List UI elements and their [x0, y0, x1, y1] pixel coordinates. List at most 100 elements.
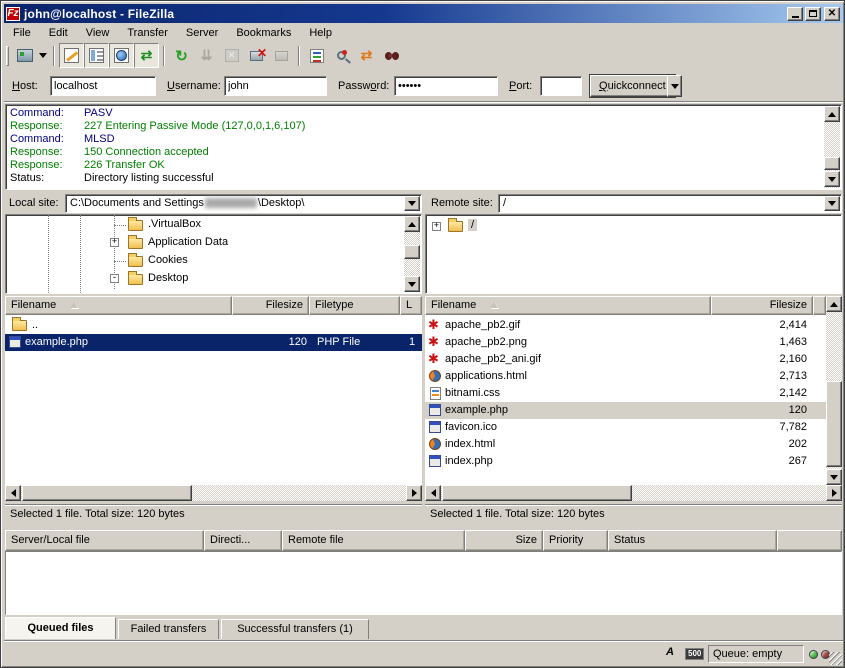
local-col-filename[interactable]: Filename: [5, 296, 232, 315]
local-hscroll-thumb[interactable]: [22, 485, 192, 501]
queue-status: Queue: empty: [708, 645, 804, 663]
remote-row-selected[interactable]: example.php 120: [425, 402, 826, 419]
menu-transfer[interactable]: Transfer: [118, 25, 177, 41]
local-hscroll-right[interactable]: [406, 485, 422, 501]
image-file-icon: ✱: [428, 335, 439, 348]
menu-edit[interactable]: Edit: [40, 25, 77, 41]
local-col-modified[interactable]: L: [400, 296, 422, 315]
quickconnect-button[interactable]: Quickconnect: [590, 75, 675, 97]
log-line: Command:PASV: [10, 107, 113, 119]
host-input[interactable]: [50, 76, 156, 96]
remote-row[interactable]: ✱ apache_pb2.png 1,463: [425, 334, 826, 351]
site-manager-dropdown[interactable]: [37, 43, 49, 68]
process-queue-button[interactable]: ⇊: [194, 43, 219, 68]
toggle-queue-button[interactable]: ⇄: [134, 43, 159, 68]
arrow-down-icon: [830, 475, 838, 480]
speed-limit-icon[interactable]: 500: [685, 648, 704, 660]
remote-site-dropdown[interactable]: [824, 196, 840, 211]
port-input[interactable]: [540, 76, 582, 96]
transfer-type-icon[interactable]: A: [666, 646, 674, 658]
find-files-button[interactable]: [379, 43, 404, 68]
local-row-selected[interactable]: example.php 120 PHP File 1: [5, 334, 422, 351]
remote-row[interactable]: ✱ apache_pb2_ani.gif 2,160: [425, 351, 826, 368]
compare-button[interactable]: [329, 43, 354, 68]
arrow-left-icon: [11, 489, 16, 497]
remote-row[interactable]: applications.html 2,713: [425, 368, 826, 385]
tree-item-desktop[interactable]: Desktop: [148, 272, 188, 284]
remote-row[interactable]: index.html 202: [425, 436, 826, 453]
local-col-filesize[interactable]: Filesize: [232, 296, 309, 315]
remote-scroll-up[interactable]: [826, 296, 842, 312]
queue-col-local-file[interactable]: Server/Local file: [5, 530, 204, 551]
tree-scroll-up[interactable]: [404, 216, 420, 232]
menu-server[interactable]: Server: [177, 25, 227, 41]
queue-col-priority[interactable]: Priority: [543, 530, 608, 551]
remote-hscroll-left[interactable]: [425, 485, 441, 501]
tree-item-cookies[interactable]: Cookies: [148, 254, 188, 266]
expand-plus-icon[interactable]: +: [110, 238, 119, 247]
site-manager-button[interactable]: [12, 43, 37, 68]
remote-row[interactable]: bitnami.css 2,142: [425, 385, 826, 402]
minimize-button[interactable]: [787, 7, 803, 21]
tree-scroll-thumb[interactable]: [404, 245, 420, 259]
remote-row[interactable]: favicon.ico 7,782: [425, 419, 826, 436]
reconnect-button[interactable]: [269, 43, 294, 68]
collapse-minus-icon[interactable]: -: [110, 274, 119, 283]
toggle-log-button[interactable]: [59, 43, 84, 68]
remote-scroll-down[interactable]: [826, 469, 842, 485]
tab-successful-transfers[interactable]: Successful transfers (1): [221, 619, 369, 639]
expand-plus-icon[interactable]: +: [432, 222, 441, 231]
remote-row[interactable]: index.php 267: [425, 453, 826, 470]
menu-bookmarks[interactable]: Bookmarks: [227, 25, 300, 41]
menu-help[interactable]: Help: [300, 25, 341, 41]
quickconnect-dropdown[interactable]: [667, 75, 682, 97]
log-scroll-up[interactable]: [824, 106, 840, 122]
username-input[interactable]: [224, 76, 327, 96]
menu-view[interactable]: View: [77, 25, 119, 41]
remote-col-filesize[interactable]: Filesize: [711, 296, 813, 315]
tree-scroll-down[interactable]: [404, 276, 420, 292]
local-site-combo[interactable]: C:\Documents and Settings\Desktop\: [65, 194, 422, 213]
filter-button[interactable]: [304, 43, 329, 68]
toolbar-grip[interactable]: [6, 46, 9, 66]
tab-failed-transfers[interactable]: Failed transfers: [118, 619, 219, 639]
sort-ascending-icon: [70, 302, 78, 308]
remote-hscroll-thumb[interactable]: [442, 485, 632, 501]
reconnect-icon: [275, 51, 288, 61]
transfer-queue-icon: ⇄: [141, 47, 153, 64]
local-row-parent[interactable]: ..: [5, 317, 422, 334]
tree-item-virtualbox[interactable]: .VirtualBox: [148, 218, 201, 230]
cancel-button[interactable]: ✕: [219, 43, 244, 68]
remote-hscroll-right[interactable]: [826, 485, 842, 501]
queue-col-direction[interactable]: Directi...: [204, 530, 282, 551]
queue-col-remote-file[interactable]: Remote file: [282, 530, 465, 551]
disconnect-button[interactable]: ✕: [244, 43, 269, 68]
tree-item-root[interactable]: /: [468, 219, 477, 231]
close-button[interactable]: ✕: [824, 7, 840, 21]
remote-site-combo[interactable]: /: [498, 194, 842, 213]
queue-col-status[interactable]: Status: [608, 530, 777, 551]
local-site-dropdown[interactable]: [404, 196, 420, 211]
remote-col-filename[interactable]: Filename: [425, 296, 711, 315]
file-size: 2,142: [711, 385, 807, 402]
remote-scroll-thumb[interactable]: [826, 381, 842, 467]
local-col-filetype[interactable]: Filetype: [309, 296, 400, 315]
maximize-button[interactable]: [805, 7, 821, 21]
tree-item-application-data[interactable]: Application Data: [148, 236, 228, 248]
resize-grip[interactable]: [829, 652, 842, 665]
file-size: 120: [711, 402, 807, 419]
queue-col-size[interactable]: Size: [465, 530, 543, 551]
menu-file[interactable]: File: [4, 25, 40, 41]
log-scroll-thumb[interactable]: [824, 157, 840, 170]
refresh-button[interactable]: ↻: [169, 43, 194, 68]
tab-queued-files[interactable]: Queued files: [5, 617, 116, 639]
log-scroll-down[interactable]: [824, 171, 840, 187]
window-title: john@localhost - FileZilla: [24, 7, 174, 21]
toggle-remote-tree-button[interactable]: [109, 43, 134, 68]
remote-row[interactable]: ✱ apache_pb2.gif 2,414: [425, 317, 826, 334]
password-input[interactable]: [394, 76, 498, 96]
sync-browsing-button[interactable]: ⇄: [354, 43, 379, 68]
local-hscroll-left[interactable]: [5, 485, 21, 501]
toggle-local-tree-button[interactable]: [84, 43, 109, 68]
remote-path: /: [503, 197, 506, 209]
